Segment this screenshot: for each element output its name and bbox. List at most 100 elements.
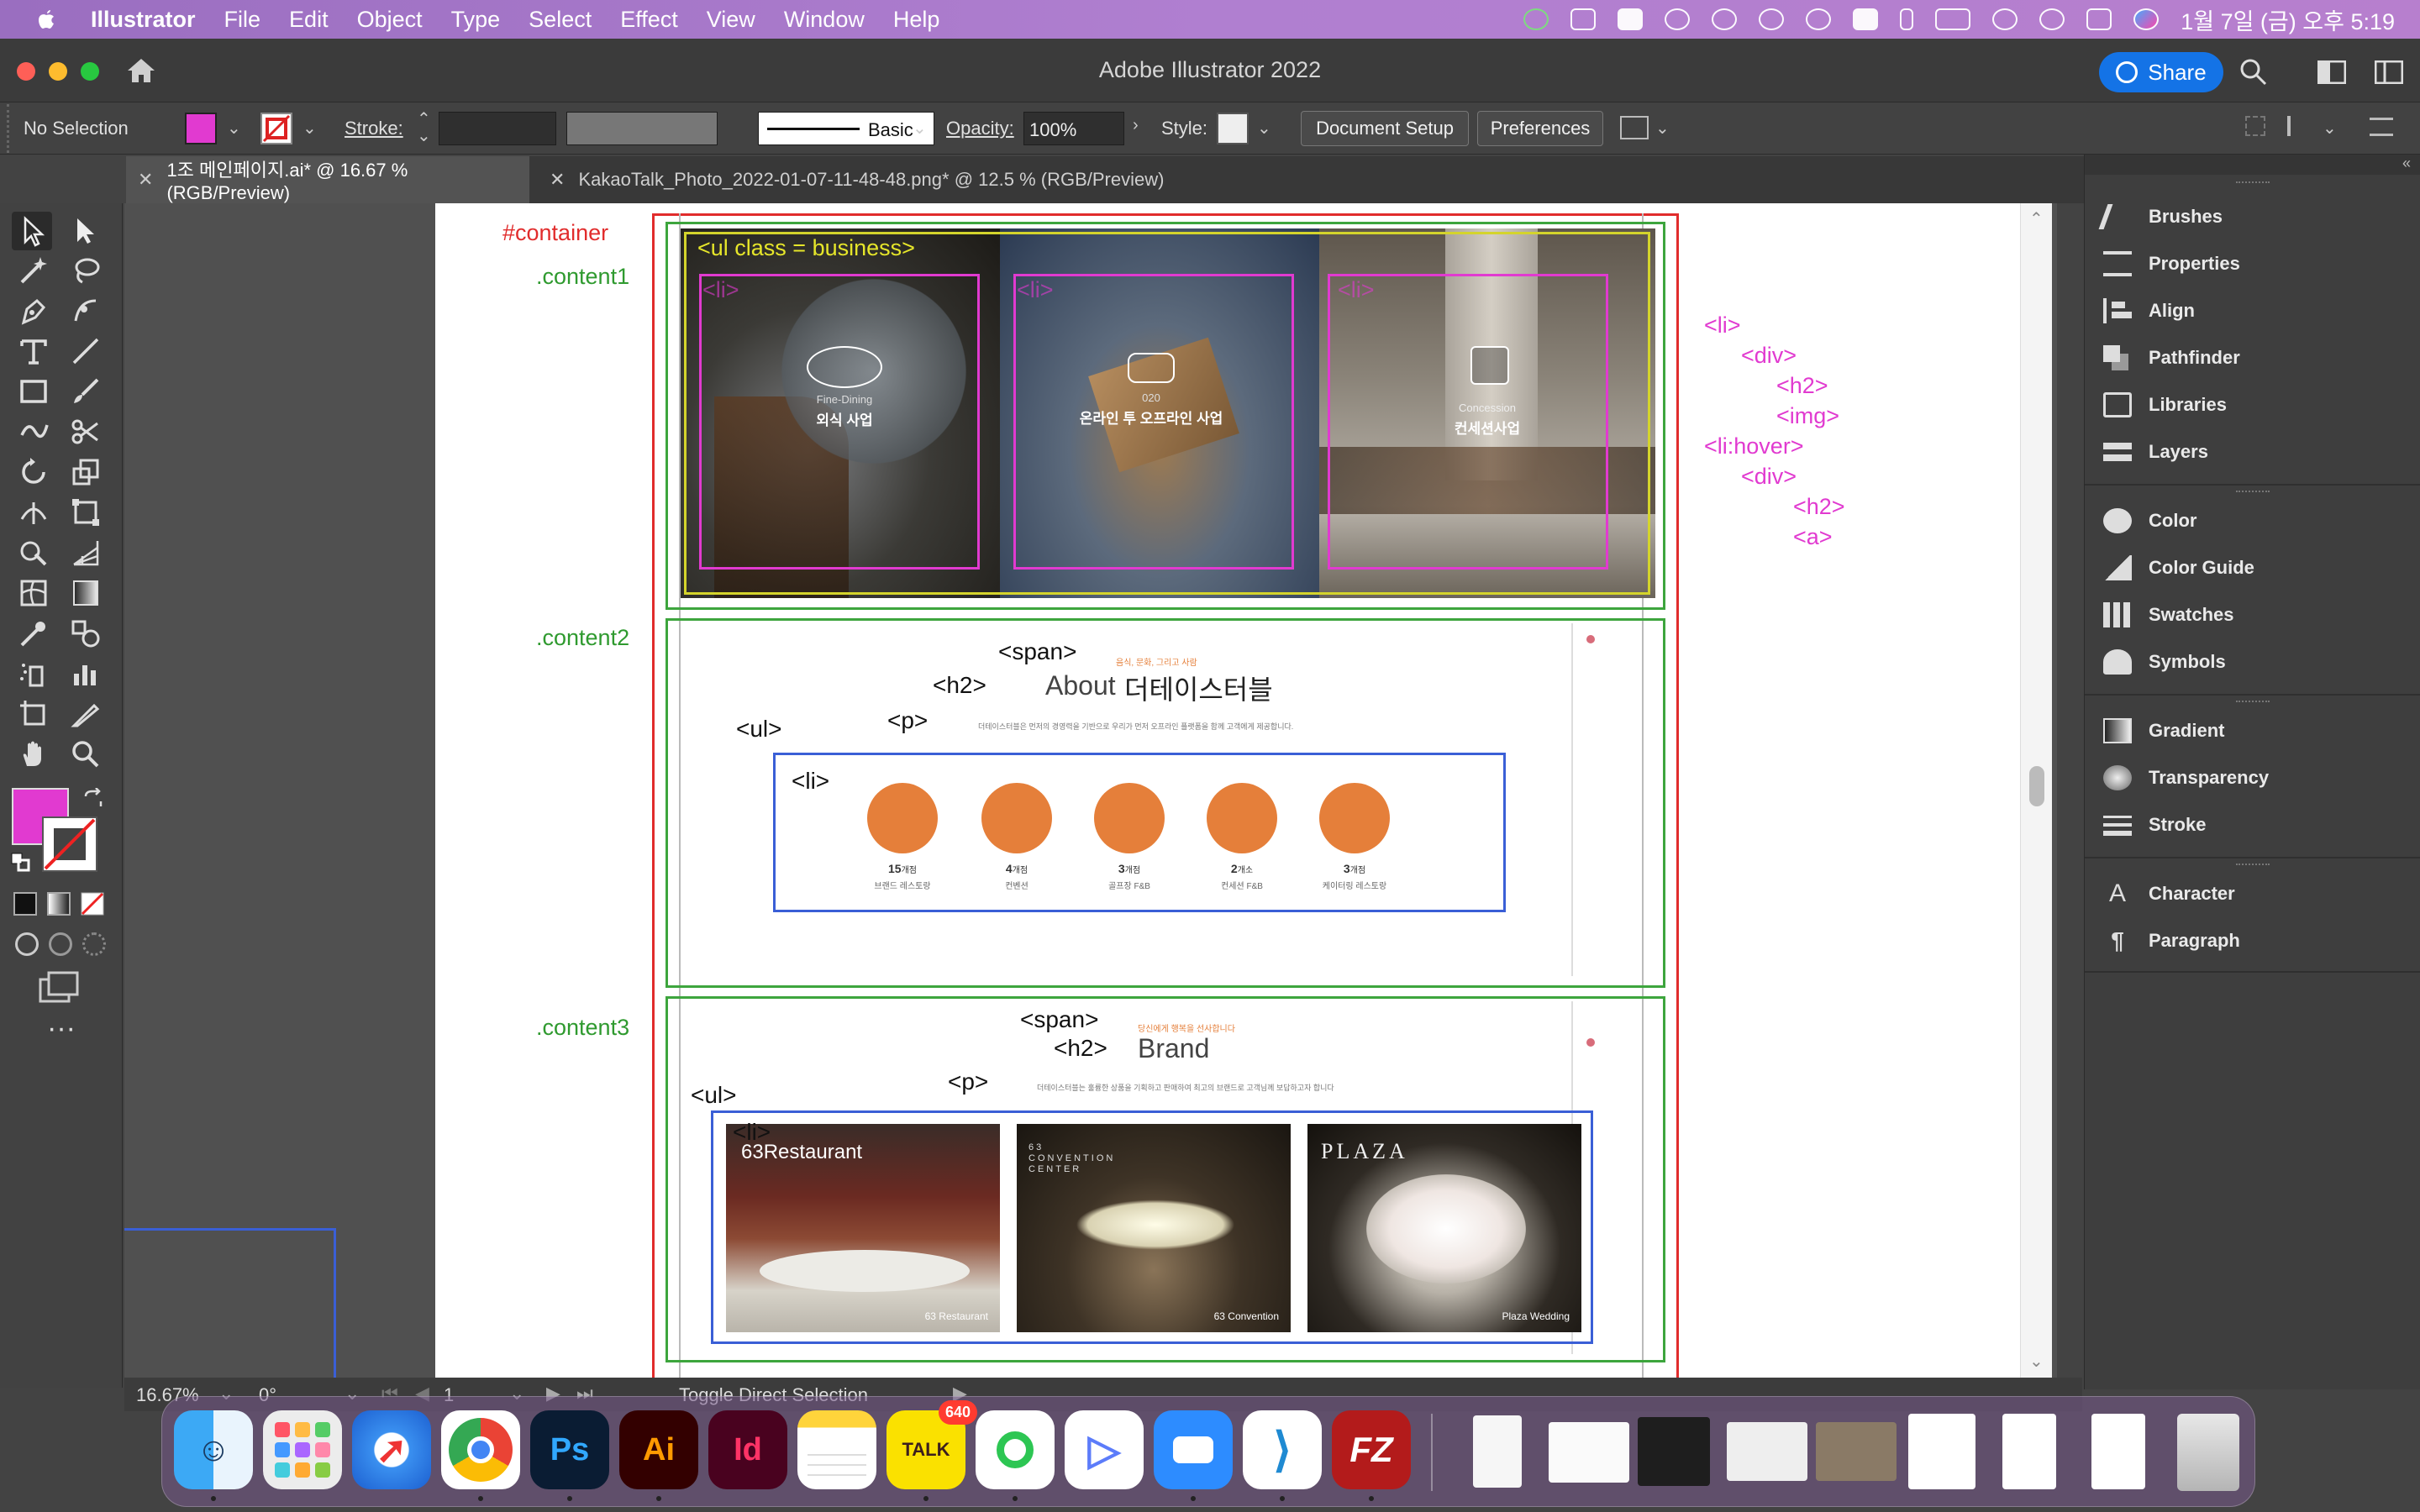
- indesign-app[interactable]: Id: [708, 1410, 787, 1489]
- panel-grip[interactable]: [2236, 701, 2270, 704]
- draw-inside-icon[interactable]: [82, 932, 106, 956]
- notes-app[interactable]: [797, 1410, 876, 1489]
- edit-toolbar-icon[interactable]: ···: [47, 1014, 76, 1042]
- panel-transparency[interactable]: Transparency: [2103, 758, 2269, 798]
- artboard-tool-icon[interactable]: [18, 699, 49, 729]
- stroke-swatch[interactable]: [260, 113, 292, 144]
- slice-tool-icon[interactable]: [71, 699, 101, 729]
- recent-doc-thumbnail[interactable]: [1473, 1415, 1522, 1488]
- share-button[interactable]: Share: [2099, 52, 2223, 92]
- spotlight-icon[interactable]: [2039, 8, 2065, 30]
- panel-header[interactable]: «: [2085, 155, 2420, 175]
- graphic-style-swatch[interactable]: [1217, 113, 1249, 144]
- none-mode-icon[interactable]: [81, 892, 104, 916]
- scale-tool-icon[interactable]: [71, 457, 101, 487]
- stroke-label[interactable]: Stroke:: [345, 118, 403, 139]
- recent-doc-thumbnail[interactable]: [2091, 1414, 2145, 1489]
- align-icon[interactable]: [2245, 116, 2265, 136]
- panel-layers[interactable]: Layers: [2103, 432, 2208, 472]
- artboard[interactable]: ⌃ ⌄ #container .content1 Fine-Dining 외식 …: [435, 203, 2052, 1386]
- apple-icon[interactable]: [34, 7, 59, 32]
- stat-item[interactable]: 3개점 골프장 F&B: [1094, 783, 1165, 891]
- stroke-stepper-icon[interactable]: ⌃ ⌄: [417, 111, 431, 144]
- stroke-weight-input[interactable]: [439, 112, 556, 145]
- arrange-icon[interactable]: [1620, 116, 1649, 139]
- symbol-sprayer-icon[interactable]: [18, 659, 49, 689]
- collapse-panels-icon[interactable]: «: [2402, 155, 2411, 172]
- brand-card[interactable]: 63 CONVENTION CENTER 63 Convention: [1017, 1124, 1291, 1332]
- li-frame-3[interactable]: [1328, 274, 1608, 570]
- hand-tool-icon[interactable]: [18, 739, 49, 769]
- safari-app[interactable]: ➚: [352, 1410, 431, 1489]
- brand-card[interactable]: 63Restaurant 63 Restaurant: [726, 1124, 1000, 1332]
- column-graph-icon[interactable]: [71, 659, 101, 689]
- jamf-icon[interactable]: [1523, 8, 1549, 30]
- menubar-clock[interactable]: 1월 7일 (금) 오후 5:19: [2181, 3, 2395, 36]
- blend-tool-icon[interactable]: [71, 618, 101, 648]
- style-dropdown-icon[interactable]: ⌄: [1257, 118, 1271, 139]
- scissors-icon[interactable]: [71, 417, 101, 447]
- panel-symbols[interactable]: Symbols: [2103, 642, 2226, 682]
- control-bar-grip[interactable]: [7, 104, 10, 153]
- play-icon[interactable]: [1759, 8, 1785, 30]
- line-segment-icon[interactable]: [71, 336, 101, 366]
- photoshop-app[interactable]: Ps: [530, 1410, 609, 1489]
- menu-window[interactable]: Window: [784, 7, 865, 33]
- stroke-color-box[interactable]: [42, 816, 97, 872]
- close-tab-icon[interactable]: ✕: [550, 169, 565, 191]
- vertical-scrollbar[interactable]: ⌃ ⌄: [2020, 203, 2052, 1379]
- menu-object[interactable]: Object: [357, 7, 423, 33]
- brand-card[interactable]: PLAZA Plaza Wedding: [1307, 1124, 1581, 1332]
- workspace-switcher-icon[interactable]: [2317, 60, 2346, 84]
- panel-color[interactable]: Color: [2103, 501, 2196, 541]
- mesh-tool-icon[interactable]: [18, 578, 49, 608]
- kakaotalk-app[interactable]: TALK 640: [886, 1400, 977, 1489]
- panel-properties[interactable]: Properties: [2103, 244, 2240, 284]
- fill-dropdown-icon[interactable]: ⌄: [227, 118, 241, 139]
- input-icon[interactable]: [1570, 8, 1597, 30]
- rotate-tool-icon[interactable]: [18, 457, 49, 487]
- shaper-tool-icon[interactable]: [18, 417, 49, 447]
- default-colors-icon[interactable]: [10, 852, 30, 872]
- recent-doc-thumbnail[interactable]: [1549, 1422, 1629, 1483]
- preferences-button[interactable]: Preferences: [1477, 111, 1603, 146]
- panel-stroke[interactable]: Stroke: [2103, 805, 2206, 845]
- control-center-icon[interactable]: [2086, 8, 2112, 30]
- menu-app[interactable]: Illustrator: [91, 7, 196, 33]
- offcanvas-object[interactable]: [124, 1228, 336, 1386]
- swap-fill-stroke-icon[interactable]: [82, 788, 104, 810]
- menu-select[interactable]: Select: [529, 7, 592, 33]
- panel-brushes[interactable]: Brushes: [2098, 197, 2223, 237]
- distribute-icon[interactable]: [2287, 116, 2311, 136]
- lasso-icon[interactable]: [71, 255, 101, 286]
- stat-item[interactable]: 2개소 컨세션 F&B: [1207, 783, 1277, 891]
- chat-icon[interactable]: [1665, 8, 1691, 30]
- screen-mode-icon[interactable]: [39, 971, 79, 1005]
- menu-view[interactable]: View: [707, 7, 755, 33]
- opacity-arrow-icon[interactable]: ›: [1133, 116, 1139, 135]
- magic-wand-icon[interactable]: [18, 255, 49, 286]
- opacity-input[interactable]: 100%: [1023, 112, 1124, 145]
- stat-item[interactable]: 15개점 브랜드 레스토랑: [867, 783, 938, 891]
- tab-document-2[interactable]: ✕ KakaoTalk_Photo_2022-01-07-11-48-48.pn…: [538, 156, 1210, 203]
- cloud-icon[interactable]: [1712, 8, 1738, 30]
- selection-tool[interactable]: [12, 212, 52, 250]
- play-app[interactable]: ▷: [1065, 1410, 1144, 1489]
- canvas-area[interactable]: ⌃ ⌄ #container .content1 Fine-Dining 외식 …: [124, 203, 2057, 1386]
- chrome-app[interactable]: [441, 1410, 520, 1489]
- zoom-app[interactable]: [1154, 1410, 1233, 1489]
- keyboard-a-icon[interactable]: [1853, 8, 1879, 30]
- panel-grip[interactable]: [2236, 864, 2270, 867]
- stroke-dropdown-icon[interactable]: ⌄: [302, 118, 317, 139]
- stat-item[interactable]: 3개점 케이터링 레스토랑: [1319, 783, 1390, 891]
- menu-file[interactable]: File: [224, 7, 261, 33]
- illustrator-app[interactable]: Ai: [619, 1410, 698, 1489]
- panel-gradient[interactable]: Gradient: [2103, 711, 2224, 751]
- stat-item[interactable]: 4개점 컨벤션: [981, 783, 1052, 891]
- panel-grip[interactable]: [2236, 491, 2270, 494]
- search-icon[interactable]: [2238, 57, 2267, 86]
- direct-selection-icon[interactable]: [71, 215, 101, 245]
- zoom-icon[interactable]: [1618, 8, 1644, 30]
- recent-doc-thumbnail[interactable]: [1816, 1422, 1897, 1481]
- scroll-down-icon[interactable]: ⌄: [2029, 1351, 2044, 1372]
